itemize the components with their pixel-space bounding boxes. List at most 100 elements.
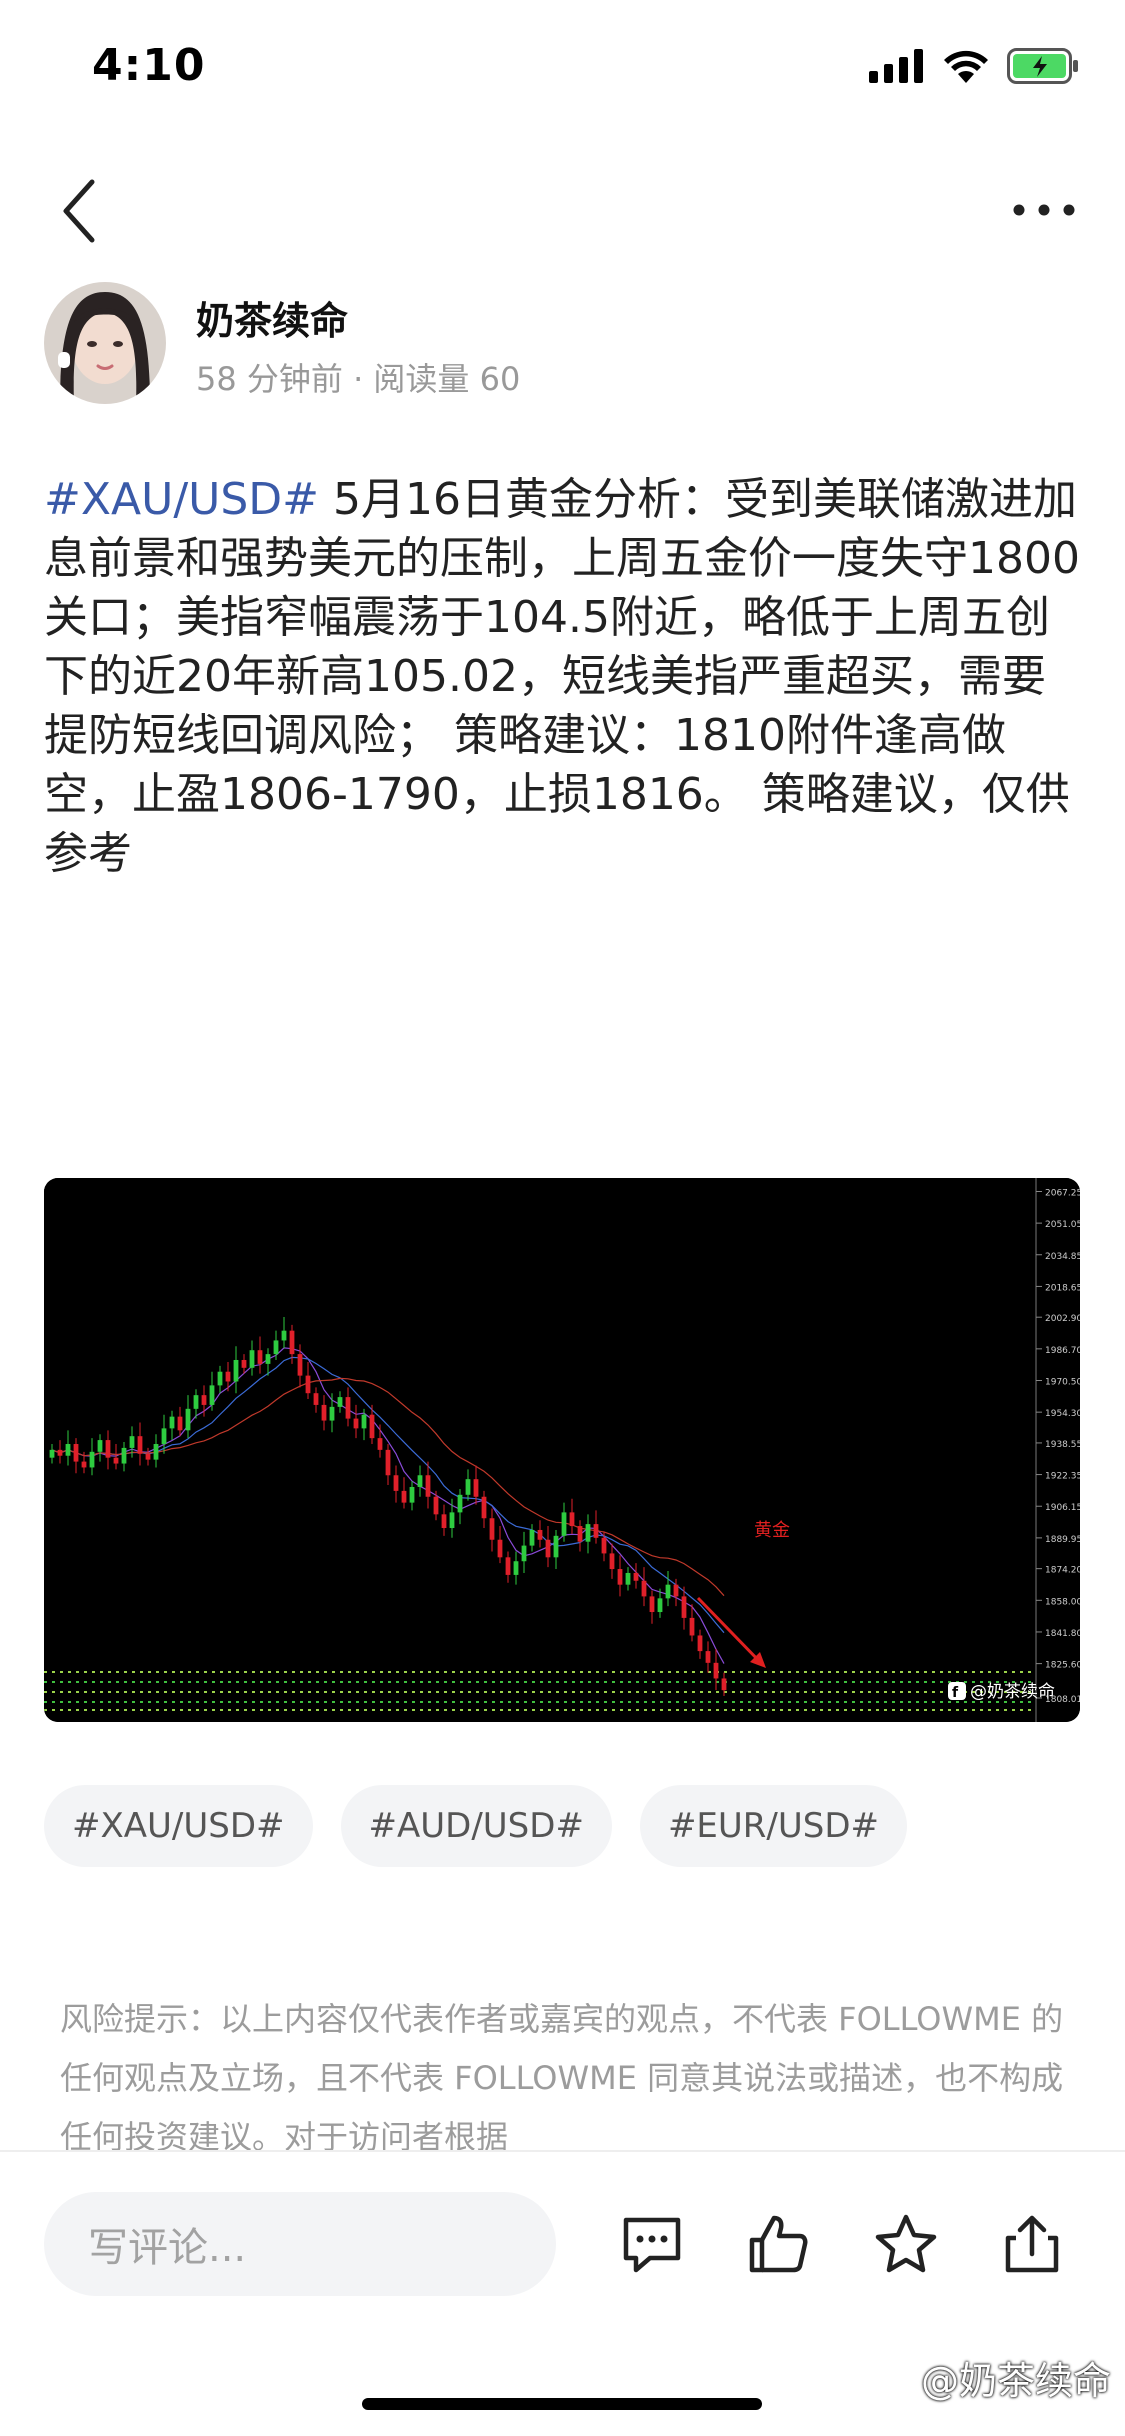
candle [129, 1436, 135, 1448]
candle [385, 1449, 391, 1476]
svg-text:@奶茶续命: @奶茶续命 [970, 1682, 1055, 1702]
tag-chip[interactable]: #AUD/USD# [340, 1785, 612, 1867]
candle [665, 1584, 671, 1599]
avatar[interactable] [44, 282, 166, 404]
back-button[interactable] [52, 176, 112, 246]
candle [641, 1580, 647, 1597]
candle [177, 1416, 183, 1431]
candle [49, 1449, 55, 1458]
like-button[interactable] [738, 2204, 818, 2284]
candle [473, 1479, 479, 1497]
candle [417, 1475, 423, 1487]
candle [305, 1375, 311, 1394]
candle [585, 1524, 591, 1542]
candle [153, 1444, 159, 1460]
candle [657, 1598, 663, 1613]
candle [169, 1416, 175, 1429]
wifi-icon [944, 50, 988, 83]
y-tick-label: 2067.25 [1045, 1188, 1080, 1198]
status-time: 4:10 [92, 40, 206, 91]
comment-button[interactable] [612, 2204, 692, 2284]
chart-label: 黄金 [754, 1520, 790, 1541]
y-tick-label: 1874.20 [1045, 1566, 1080, 1576]
candle [369, 1414, 375, 1439]
y-tick-label: 1841.80 [1045, 1629, 1080, 1639]
candle [337, 1397, 343, 1407]
y-tick-label: 1922.35 [1045, 1472, 1080, 1482]
candle [465, 1479, 471, 1495]
y-tick-label: 1938.55 [1045, 1440, 1080, 1450]
candle [433, 1496, 439, 1515]
y-tick-label: 1906.15 [1045, 1503, 1080, 1513]
candle [593, 1524, 599, 1538]
tag-list: #XAU/USD# #AUD/USD# #EUR/USD# [44, 1785, 908, 1867]
candle [289, 1330, 295, 1355]
candle [201, 1395, 207, 1405]
favorite-button[interactable] [866, 2204, 946, 2284]
share-button[interactable] [992, 2204, 1072, 2284]
candle [89, 1451, 95, 1468]
candle [377, 1438, 383, 1450]
candle [569, 1512, 575, 1527]
candle [521, 1545, 527, 1562]
candle [265, 1354, 271, 1364]
y-tick-label: 1954.30 [1045, 1409, 1080, 1419]
candle [121, 1447, 127, 1464]
gold-chart-image[interactable]: 2067.25 2051.05 2034.85 2018.65 2002.90 1986.… [44, 1178, 1080, 1722]
candle [329, 1406, 335, 1421]
candle [57, 1449, 63, 1456]
candle [649, 1596, 655, 1613]
y-tick-label: 2034.85 [1045, 1252, 1080, 1262]
tag-chip[interactable]: #XAU/USD# [44, 1785, 313, 1867]
like-icon [749, 2215, 808, 2273]
candle [529, 1529, 535, 1546]
battery-icon [1007, 48, 1078, 84]
candle [185, 1408, 191, 1431]
more-button[interactable] [1009, 190, 1079, 230]
candle [449, 1512, 455, 1529]
nav-bar [0, 160, 1125, 260]
y-tick-label: 1889.95 [1045, 1535, 1080, 1545]
back-icon [63, 179, 95, 243]
comment-icon [623, 2217, 681, 2273]
candle [425, 1475, 431, 1497]
candle [457, 1494, 463, 1513]
candle [609, 1553, 615, 1570]
comment-input[interactable]: 写评论... [44, 2192, 556, 2296]
candle [713, 1662, 719, 1679]
candle [441, 1514, 447, 1529]
y-tick-label: 1825.60 [1045, 1661, 1080, 1671]
candle [505, 1557, 511, 1575]
candle [673, 1584, 679, 1597]
y-tick-label: 2002.90 [1045, 1314, 1080, 1324]
candle [681, 1596, 687, 1618]
candle [361, 1414, 367, 1429]
candle [553, 1535, 559, 1558]
candle [321, 1404, 327, 1421]
post-meta: 58 分钟前 · 阅读量 60 [196, 360, 521, 398]
candle [537, 1529, 543, 1540]
author-name[interactable]: 奶茶续命 [196, 290, 348, 345]
post-body: #XAU/USD# 5月16日黄金分析：受到美联储激进加息前景和强势美元的压制，… [44, 470, 1084, 883]
candle [561, 1512, 567, 1536]
y-tick-label: 2051.05 [1045, 1220, 1080, 1230]
bottom-action-bar: 写评论... @奶茶续命 [0, 2150, 1125, 2436]
candle [513, 1561, 519, 1575]
tag-chip[interactable]: #EUR/USD# [639, 1785, 908, 1867]
candle [257, 1350, 263, 1364]
chart-watermark: f @奶茶续命 [948, 1682, 1055, 1702]
y-tick-label: 1858.00 [1045, 1597, 1080, 1607]
candle [409, 1486, 415, 1503]
candle [105, 1440, 111, 1458]
candle [689, 1617, 695, 1636]
candle [705, 1651, 711, 1663]
candle [545, 1539, 551, 1558]
post-content: 5月16日黄金分析：受到美联储激进加息前景和强势美元的压制，上周五金价一度失守1… [44, 474, 1080, 879]
candle [241, 1359, 247, 1368]
post-hashtag[interactable]: #XAU/USD# [44, 474, 319, 525]
candle [697, 1635, 703, 1652]
watermark: @奶茶续命 [920, 2359, 1111, 2403]
author-header: 奶茶续命 58 分钟前 · 阅读量 60 [44, 280, 1084, 410]
y-tick-label: 2018.65 [1045, 1283, 1080, 1293]
candle [145, 1453, 151, 1460]
